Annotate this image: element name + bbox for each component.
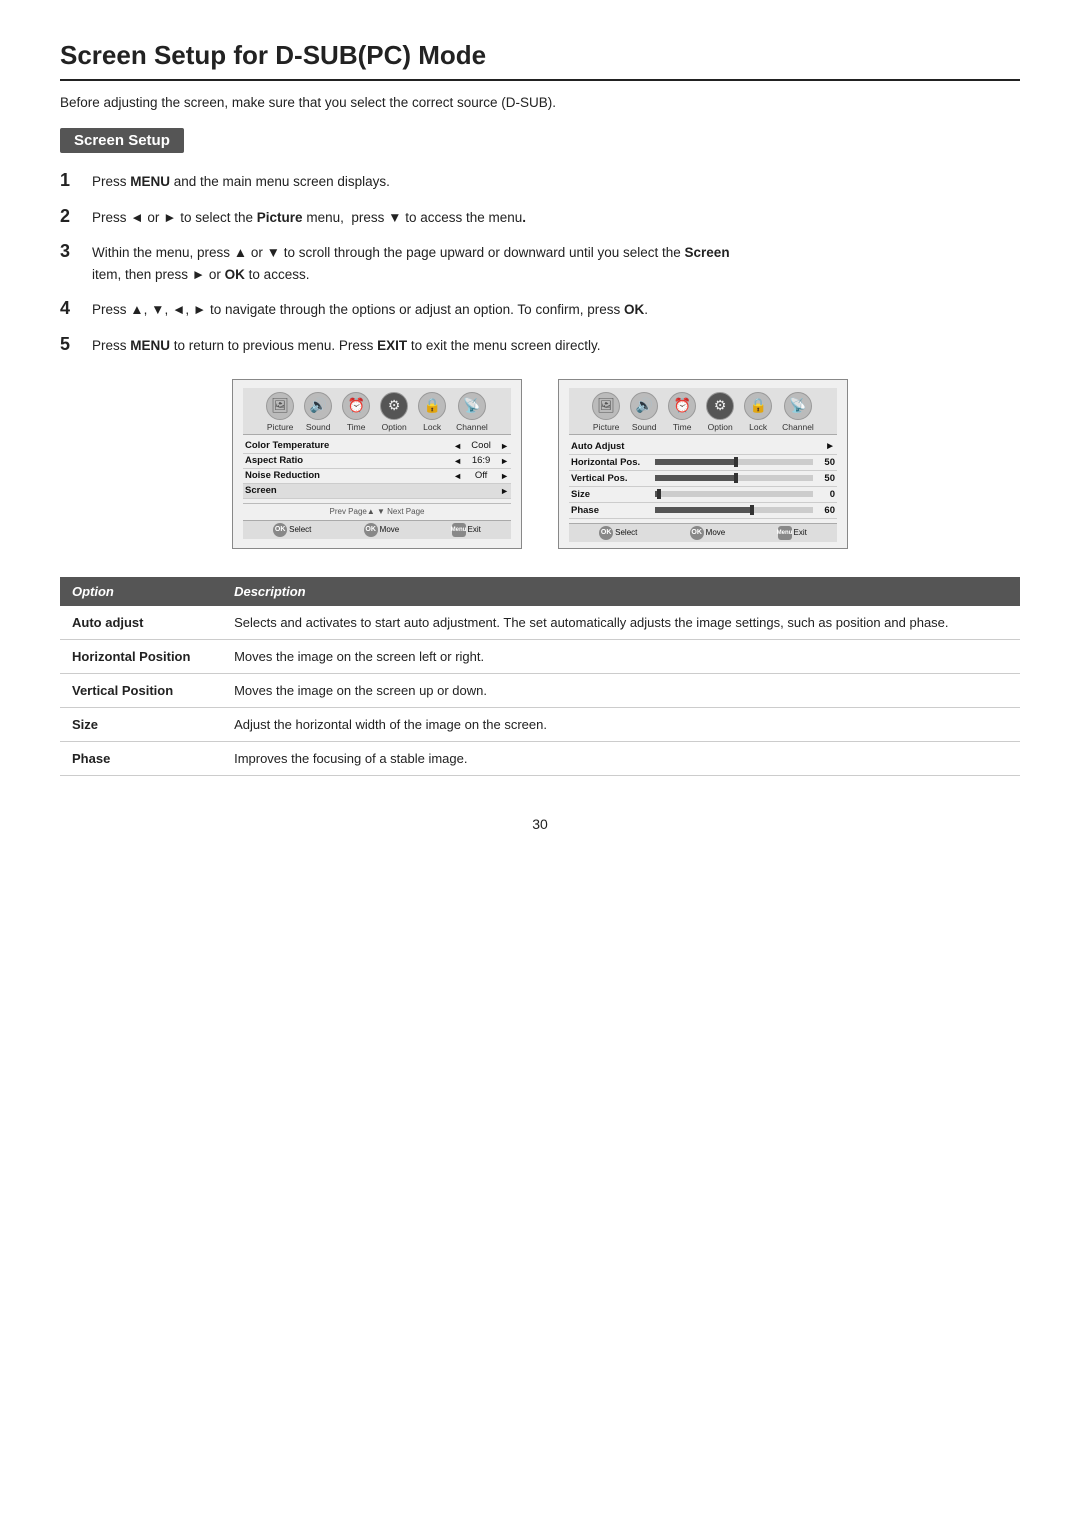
intro-text: Before adjusting the screen, make sure t… — [60, 95, 1020, 110]
screen-row: Screen ► — [243, 484, 511, 499]
sound-icon: 🔊 — [304, 392, 332, 420]
desc-horizontal-position: Moves the image on the screen left or ri… — [222, 639, 1020, 673]
noise-reduction-row: Noise Reduction ◄ Off ► — [243, 469, 511, 484]
option-horizontal-position: Horizontal Position — [60, 639, 222, 673]
step-text-3: Within the menu, press ▲ or ▼ to scroll … — [92, 242, 730, 285]
left-icon-sound: 🔊 Sound — [304, 392, 332, 432]
step-2: 2 Press ◄ or ► to select the Picture men… — [60, 207, 1020, 229]
step-num-1: 1 — [60, 170, 92, 191]
r-lock-icon: 🔒 — [744, 392, 772, 420]
step-text-4: Press ▲, ▼, ◄, ► to navigate through the… — [92, 299, 648, 321]
step-num-3: 3 — [60, 241, 92, 262]
horizontal-pos-row: Horizontal Pos. 50 — [569, 455, 837, 471]
ok-select-icon-left: OK — [273, 523, 287, 537]
step-3: 3 Within the menu, press ▲ or ▼ to scrol… — [60, 242, 1020, 285]
options-table-header: Option Description — [60, 577, 1020, 606]
left-icon-time: ⏰ Time — [342, 392, 370, 432]
vertical-pos-row: Vertical Pos. 50 — [569, 471, 837, 487]
r-time-icon: ⏰ — [668, 392, 696, 420]
steps-container: 1 Press MENU and the main menu screen di… — [60, 171, 1020, 357]
title-divider — [60, 79, 1020, 81]
right-icon-picture: 🖼 Picture — [592, 392, 620, 432]
right-menu-box: 🖼 Picture 🔊 Sound ⏰ Time ⚙ Option 🔒 Lock… — [558, 379, 848, 549]
desc-phase: Improves the focusing of a stable image. — [222, 741, 1020, 775]
color-temp-row: Color Temperature ◄ Cool ► — [243, 439, 511, 454]
lock-icon: 🔒 — [418, 392, 446, 420]
phase-bar — [655, 507, 813, 513]
horizontal-pos-bar — [655, 459, 813, 465]
step-4: 4 Press ▲, ▼, ◄, ► to navigate through t… — [60, 299, 1020, 321]
time-icon: ⏰ — [342, 392, 370, 420]
right-icon-channel: 📡 Channel — [782, 392, 814, 432]
channel-icon: 📡 — [458, 392, 486, 420]
option-vertical-position: Vertical Position — [60, 673, 222, 707]
picture-icon: 🖼 — [266, 392, 294, 420]
left-menu-icons: 🖼 Picture 🔊 Sound ⏰ Time ⚙ Option 🔒 Lock… — [243, 388, 511, 435]
page-title: Screen Setup for D-SUB(PC) Mode — [60, 40, 1020, 71]
step-text-1: Press MENU and the main menu screen disp… — [92, 171, 390, 193]
left-menu-rows: Color Temperature ◄ Cool ► Aspect Ratio … — [243, 439, 511, 499]
r-picture-icon: 🖼 — [592, 392, 620, 420]
step-num-5: 5 — [60, 334, 92, 355]
ok-select-icon-right: OK — [599, 526, 613, 540]
table-row: Auto adjust Selects and activates to sta… — [60, 606, 1020, 640]
step-num-4: 4 — [60, 298, 92, 319]
vertical-pos-bar — [655, 475, 813, 481]
option-phase: Phase — [60, 741, 222, 775]
right-menu-icons: 🖼 Picture 🔊 Sound ⏰ Time ⚙ Option 🔒 Lock… — [569, 388, 837, 435]
table-row: Size Adjust the horizontal width of the … — [60, 707, 1020, 741]
right-icon-lock: 🔒 Lock — [744, 392, 772, 432]
r-channel-icon: 📡 — [784, 392, 812, 420]
ok-move-icon-left: OK — [364, 523, 378, 537]
right-icon-time: ⏰ Time — [668, 392, 696, 432]
left-icon-channel: 📡 Channel — [456, 392, 488, 432]
step-num-2: 2 — [60, 206, 92, 227]
right-menu-bottom: OK Select OK Move Menu Exit — [569, 523, 837, 542]
menu-exit-icon-left: Menu — [452, 523, 466, 537]
step-5: 5 Press MENU to return to previous menu.… — [60, 335, 1020, 357]
option-icon: ⚙ — [380, 392, 408, 420]
step-text-2: Press ◄ or ► to select the Picture menu,… — [92, 207, 526, 229]
left-icon-picture: 🖼 Picture — [266, 392, 294, 432]
section-heading: Screen Setup — [60, 128, 1020, 171]
step-text-5: Press MENU to return to previous menu. P… — [92, 335, 600, 357]
desc-vertical-position: Moves the image on the screen up or down… — [222, 673, 1020, 707]
menu-exit-icon-right: Menu — [778, 526, 792, 540]
size-bar — [655, 491, 813, 497]
step-1: 1 Press MENU and the main menu screen di… — [60, 171, 1020, 193]
size-row: Size 0 — [569, 487, 837, 503]
r-option-icon: ⚙ — [706, 392, 734, 420]
left-icon-lock: 🔒 Lock — [418, 392, 446, 432]
table-row: Vertical Position Moves the image on the… — [60, 673, 1020, 707]
right-icon-option: ⚙ Option — [706, 392, 734, 432]
option-size: Size — [60, 707, 222, 741]
options-table: Option Description Auto adjust Selects a… — [60, 577, 1020, 776]
desc-size: Adjust the horizontal width of the image… — [222, 707, 1020, 741]
desc-auto-adjust: Selects and activates to start auto adju… — [222, 606, 1020, 640]
right-menu-rows: Auto Adjust ► Horizontal Pos. 50 Vertica… — [569, 439, 837, 519]
table-row: Horizontal Position Moves the image on t… — [60, 639, 1020, 673]
aspect-ratio-row: Aspect Ratio ◄ 16:9 ► — [243, 454, 511, 469]
ok-move-icon-right: OK — [690, 526, 704, 540]
page-number: 30 — [60, 816, 1020, 832]
left-menu-footer: Prev Page▲ ▼ Next Page — [243, 503, 511, 516]
left-icon-option: ⚙ Option — [380, 392, 408, 432]
description-col-header: Description — [222, 577, 1020, 606]
right-icon-sound: 🔊 Sound — [630, 392, 658, 432]
option-col-header: Option — [60, 577, 222, 606]
left-menu-box: 🖼 Picture 🔊 Sound ⏰ Time ⚙ Option 🔒 Lock… — [232, 379, 522, 549]
r-sound-icon: 🔊 — [630, 392, 658, 420]
left-menu-bottom: OK Select OK Move Menu Exit — [243, 520, 511, 539]
table-row: Phase Improves the focusing of a stable … — [60, 741, 1020, 775]
phase-row: Phase 60 — [569, 503, 837, 519]
option-auto-adjust: Auto adjust — [60, 606, 222, 640]
auto-adjust-row: Auto Adjust ► — [569, 439, 837, 455]
menu-screenshots: 🖼 Picture 🔊 Sound ⏰ Time ⚙ Option 🔒 Lock… — [60, 379, 1020, 549]
